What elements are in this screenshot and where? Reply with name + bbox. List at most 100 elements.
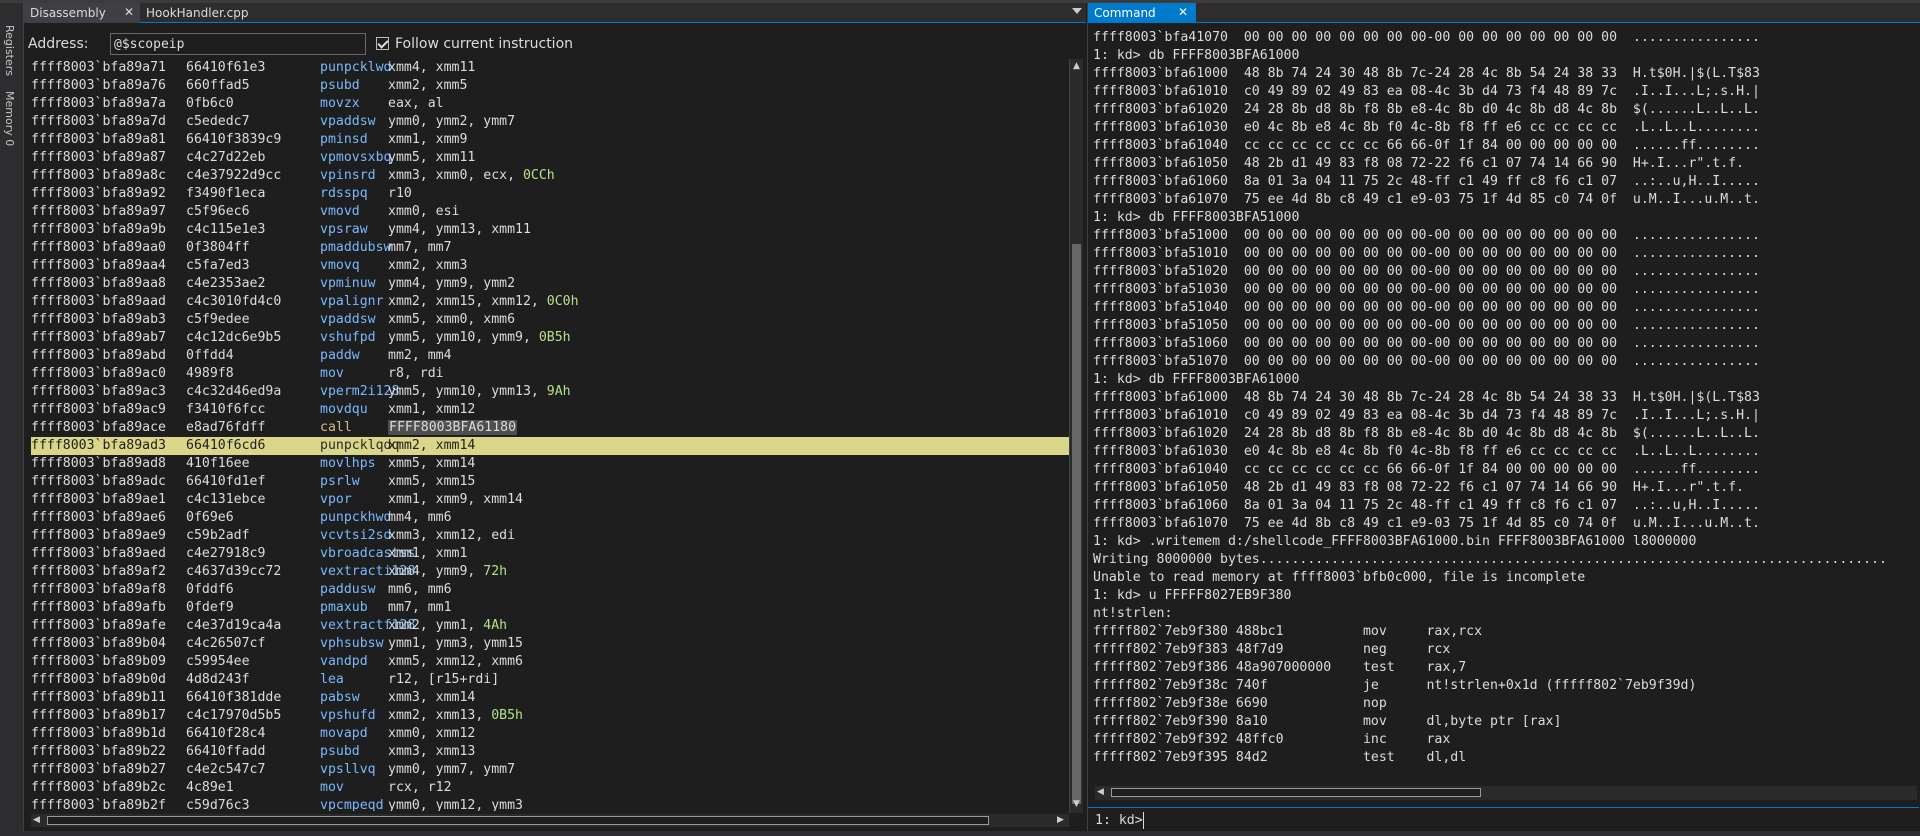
disassembly-row[interactable]: ffff8003`bfa89b11 66410f381dde pabsw xmm3, … [31,689,1071,707]
close-icon[interactable]: ✕ [124,5,134,19]
disassembly-row[interactable]: ffff8003`bfa89b04 c4c26507cf vphsubsw ymm1,… [31,635,1071,653]
operand-text: ymm0, ymm7, ymm7 [388,762,516,777]
disassembly-row[interactable]: ffff8003`bfa89aa4 c5fa7ed3 vmovq xmm2, xmm3 [31,257,1071,275]
operand-text: xmm3, xmm0, ecx, [388,168,523,183]
text-caret [1143,812,1144,829]
command-output-line: ffff8003`bfa61000 48 8b 74 24 30 48 8b 7… [1093,66,1760,81]
instruction-address: ffff8003`bfa89ab3 [31,312,166,327]
scroll-down-icon[interactable]: ▼ [1073,799,1080,809]
disassembly-row[interactable]: ffff8003`bfa89ac3 c4c32d46ed9a vperm2i128 y… [31,383,1071,401]
disassembly-row[interactable]: ffff8003`bfa89b09 c59954ee vandpd xmm5, xmm… [31,653,1071,671]
disassembly-row[interactable]: ffff8003`bfa89af2 c4637d39cc72 vextracti12… [31,563,1071,581]
disassembly-row[interactable]: ffff8003`bfa89ac0 4989f8 mov r8, rdi [31,365,1071,383]
disassembly-row[interactable]: ffff8003`bfa89a76 660ffad5 psubd xmm2, xmm5 [31,77,1071,95]
disassembly-row[interactable]: ffff8003`bfa89aa0 0f3804ff pmaddubsw mm7, m… [31,239,1071,257]
operand-text: xmm2, xmm5 [388,78,468,93]
current-instruction-row[interactable]: ffff8003`bfa89ad3 66410f6cd6 punpcklqdq xmm… [31,437,1071,455]
disassembly-row[interactable]: ffff8003`bfa89ad8 410f16ee movlhps xmm5, xm… [31,455,1071,473]
disassembly-row[interactable]: ffff8003`bfa89a7a 0fb6c0 movzx eax, al [31,95,1071,113]
registers-tab[interactable]: Registers [3,25,16,76]
operand-text: ymm5, xmm11 [388,150,476,165]
disassembly-hscrollbar[interactable]: ◀ ▶ [31,814,1069,827]
scroll-left-icon[interactable]: ◀ [33,815,40,825]
scroll-up-icon[interactable]: ▲ [1073,61,1080,71]
disassembly-row[interactable]: ffff8003`bfa89b2c 4c89e1 mov rcx, r12 [31,779,1071,797]
disassembly-row[interactable]: ffff8003`bfa89ab3 c5f9edee vpaddsw xmm5, xm… [31,311,1071,329]
instruction-bytes: 66410f6cd6 [186,438,266,453]
chevron-down-icon[interactable] [1072,8,1082,14]
follow-checkbox[interactable] [376,37,389,50]
disassembly-row[interactable]: ffff8003`bfa89aad c4c3010fd4c0 vpalignr xmm… [31,293,1071,311]
scroll-thumb[interactable] [1072,244,1081,804]
disassembly-row[interactable]: ffff8003`bfa89a9b c4c115e1e3 vpsraw ymm4, y… [31,221,1071,239]
instruction-mnemonic: punpcklwd [320,60,392,75]
instruction-bytes: 66410f28c4 [186,726,266,741]
disassembly-row[interactable]: ffff8003`bfa89afe c4e37d19ca4a vextractf12… [31,617,1071,635]
instruction-bytes: 4989f8 [186,366,234,381]
immediate-value: 4Ah [483,618,508,633]
operand-text: ymm4, ymm9, ymm2 [388,276,516,291]
command-hscrollbar[interactable]: ◀ [1095,786,1917,800]
disassembly-row[interactable]: ffff8003`bfa89aa8 c4e2353ae2 vpminuw ymm4, … [31,275,1071,293]
disassembly-row[interactable]: ffff8003`bfa89a87 c4c27d22eb vpmovsxbq ymm5… [31,149,1071,167]
disassembly-row[interactable]: ffff8003`bfa89b27 c4e2c547c7 vpsllvq ymm0, … [31,761,1071,779]
call-target-link[interactable]: FFFF8003BFA61180 [388,420,518,435]
command-output-line: Unable to read memory at ffff8003`bfb0c0… [1093,570,1586,585]
instruction-address: ffff8003`bfa89a76 [31,78,166,93]
instruction-address: ffff8003`bfa89a81 [31,132,166,147]
disassembly-row[interactable]: ffff8003`bfa89b22 66410ffadd psubd xmm3, xm… [31,743,1071,761]
disassembly-row[interactable]: ffff8003`bfa89b2f c59d76c3 vpcmpeqd ymm0, y… [31,797,1071,811]
instruction-operands: r8, rdi [388,365,444,383]
scroll-left-icon[interactable]: ◀ [1097,787,1104,797]
scroll-right-icon[interactable]: ▶ [1057,815,1064,825]
operand-text: r12, [r15+rdi] [388,672,500,687]
disassembly-row[interactable]: ffff8003`bfa89ae9 c59b2adf vcvtsi2sd xmm3, … [31,527,1071,545]
operand-text: rcx, r12 [388,780,452,795]
instruction-operands: xmm1, xmm1 [388,545,467,563]
instruction-mnemonic: paddw [320,348,360,363]
scroll-thumb[interactable] [47,816,989,825]
disassembly-row[interactable]: ffff8003`bfa89a7d c5ededc7 vpaddsw ymm0, ym… [31,113,1071,131]
command-output-line: ffff8003`bfa51020 00 00 00 00 00 00 00 0… [1093,264,1760,279]
command-output-line: ffff8003`bfa61030 e0 4c 8b e8 4c 8b f0 4… [1093,444,1760,459]
disassembly-row[interactable]: ffff8003`bfa89ae1 c4c131ebce vpor xmm1, xmm… [31,491,1071,509]
memory-tab[interactable]: Memory 0 [3,91,16,146]
disassembly-row[interactable]: ffff8003`bfa89b17 c4c17970d5b5 vpshufd xmm2… [31,707,1071,725]
instruction-address: ffff8003`bfa89b22 [31,744,166,759]
command-output-line: ffff8003`bfa61050 48 2b d1 49 83 f8 08 7… [1093,156,1745,171]
instruction-address: ffff8003`bfa89afb [31,600,166,615]
disassembly-row[interactable]: ffff8003`bfa89ae6 0f69e6 punpckhwd mm4, mm6 [31,509,1071,527]
command-output-line: 1: kd> .writemem d:/shellcode_FFFF8003BF… [1093,534,1697,549]
disassembly-row[interactable]: ffff8003`bfa89ace e8ad76fdff call FFFF8003B… [31,419,1071,437]
instruction-operands: ymm0, ymm7, ymm7 [388,761,515,779]
disassembly-row[interactable]: ffff8003`bfa89abd 0ffdd4 paddw mm2, mm4 [31,347,1071,365]
disassembly-row[interactable]: ffff8003`bfa89b0d 4d8d243f lea r12, [r15+rd… [31,671,1071,689]
disassembly-row[interactable]: ffff8003`bfa89adc 66410fd1ef psrlw xmm5, xm… [31,473,1071,491]
disassembly-row[interactable]: ffff8003`bfa89a97 c5f96ec6 vmovd xmm0, esi [31,203,1071,221]
disassembly-row[interactable]: ffff8003`bfa89b1d 66410f28c4 movapd xmm0, x… [31,725,1071,743]
disassembly-vscrollbar[interactable]: ▲ ▼ [1069,59,1083,813]
operand-text: xmm3, xmm14 [388,690,476,705]
disassembly-row[interactable]: ffff8003`bfa89a71 66410f61e3 punpcklwd xmm4… [31,59,1071,77]
instruction-operands: xmm2, xmm15, xmm12, 0C0h [388,293,579,311]
command-output-line: nt!strlen: [1093,606,1173,621]
scroll-thumb[interactable] [1111,788,1481,797]
disassembly-row[interactable]: ffff8003`bfa89afb 0fdef9 pmaxub mm7, mm1 [31,599,1071,617]
tab-hookhandler[interactable]: HookHandler.cpp [140,3,254,23]
disassembly-row[interactable]: ffff8003`bfa89a8c c4e37922d9cc vpinsrd xmm3… [31,167,1071,185]
operand-text: xmm4, xmm11 [388,60,476,75]
disassembly-row[interactable]: ffff8003`bfa89a92 f3490f1eca rdsspq r10 [31,185,1071,203]
tool-sidebar: Registers Memory 0 [0,3,24,836]
disassembly-row[interactable]: ffff8003`bfa89ab7 c4c12dc6e9b5 vshufpd ymm5… [31,329,1071,347]
tab-disassembly[interactable]: Disassembly [24,3,140,23]
disassembly-row[interactable]: ffff8003`bfa89ac9 f3410f6fcc movdqu xmm1, x… [31,401,1071,419]
address-input[interactable] [110,33,366,55]
disassembly-row[interactable]: ffff8003`bfa89aed c4e27918c9 vbroadcastss x… [31,545,1071,563]
disassembly-row[interactable]: ffff8003`bfa89a81 66410f3839c9 pminsd xmm1,… [31,131,1071,149]
instruction-operands: xmm3, xmm13 [388,743,475,761]
disassembly-row[interactable]: ffff8003`bfa89af8 0fddf6 paddusw mm6, mm6 [31,581,1071,599]
instruction-address: ffff8003`bfa89ad8 [31,456,166,471]
disassembly-view[interactable]: ffff8003`bfa89a71 66410f61e3 punpcklwd xmm4… [31,59,1071,811]
close-icon[interactable]: ✕ [1178,5,1188,19]
command-input-bar[interactable]: 1: kd> [1088,807,1919,833]
